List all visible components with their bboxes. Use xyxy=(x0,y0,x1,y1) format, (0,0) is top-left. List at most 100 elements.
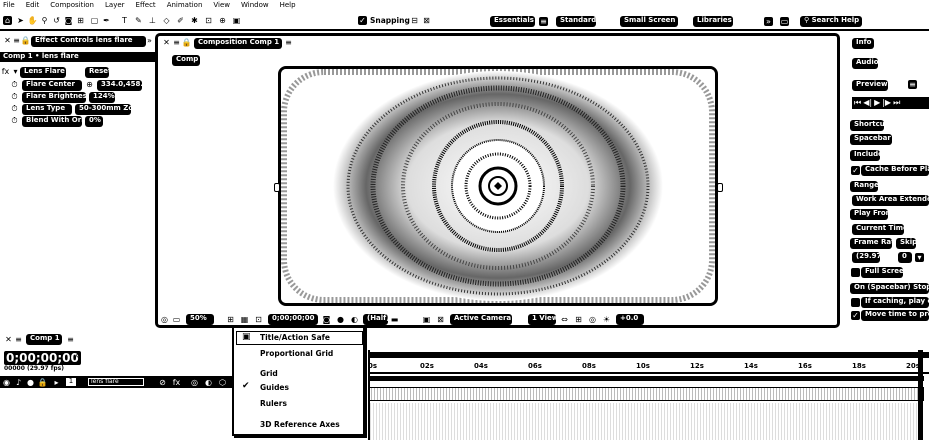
audio-tab[interactable]: Audio xyxy=(852,58,878,69)
stopwatch-icon[interactable]: ⏱ xyxy=(10,105,19,114)
property-value[interactable]: 334.0,458.0 xyxy=(97,79,142,91)
panel-menu-icon[interactable]: ≡ xyxy=(284,38,293,47)
preview-tab[interactable]: Preview xyxy=(852,80,888,91)
last-frame-icon[interactable]: ⏭ xyxy=(893,99,900,107)
draft-3d-icon[interactable]: ▣ xyxy=(422,315,431,324)
property-value[interactable]: 124% xyxy=(89,91,115,103)
pixel-aspect-icon[interactable]: ⇔ xyxy=(560,315,569,324)
effect-controls-tab[interactable]: Effect Controls lens flare xyxy=(31,36,146,47)
cache-checkbox[interactable]: ✓ xyxy=(851,166,860,175)
transparency-grid-icon[interactable]: ▦ xyxy=(240,315,249,324)
workspace-standard[interactable]: Standard xyxy=(556,16,596,27)
motion-blur-icon[interactable]: ◎ xyxy=(190,378,199,387)
panel-expand-icon[interactable]: » xyxy=(145,36,154,45)
view-axis-icon[interactable]: ▣ xyxy=(232,16,241,25)
mask-visibility-icon[interactable]: ▭ xyxy=(172,315,181,324)
shape-tool-icon[interactable]: ▢ xyxy=(90,16,99,25)
panel-menu-icon[interactable]: ≡ xyxy=(66,335,75,344)
menu-item-title-action-safe[interactable]: Title/Action Safe xyxy=(260,334,330,342)
puppet-tool-icon[interactable]: ✱ xyxy=(190,16,199,25)
selection-tool-icon[interactable]: ➤ xyxy=(16,16,25,25)
layer-track-bar[interactable] xyxy=(368,387,924,401)
audio-icon[interactable]: ♪ xyxy=(14,378,23,387)
comp-timecode[interactable]: 0;00;00;00 xyxy=(268,314,318,325)
snapping-checkbox[interactable]: ✓ xyxy=(358,16,367,25)
search-help-field[interactable]: ⚲ Search Help xyxy=(800,16,862,27)
layer-handle[interactable] xyxy=(717,183,723,192)
menu-window[interactable]: Window xyxy=(241,1,269,9)
world-axis-icon[interactable]: ⊕ xyxy=(218,16,227,25)
play-icon[interactable]: ▶ xyxy=(874,99,880,107)
skip-dropdown[interactable]: 0 xyxy=(898,252,912,263)
show-channel-icon[interactable]: ● xyxy=(336,315,345,324)
timeline-ruler[interactable]: 0s 02s 04s 06s 08s 10s 12s 14s 16s 18s 2… xyxy=(368,352,929,382)
if-caching-checkbox[interactable] xyxy=(851,298,860,307)
reset-exposure-icon[interactable]: ◎ xyxy=(588,315,597,324)
snapshot-icon[interactable]: ◙ xyxy=(322,315,331,324)
camera-tool-icon[interactable]: ◙ xyxy=(64,16,73,25)
clone-stamp-icon[interactable]: ⊥ xyxy=(148,16,157,25)
first-frame-icon[interactable]: ⏮ xyxy=(854,99,861,107)
snap-options-icon[interactable]: ⊟ xyxy=(410,16,419,25)
timeline-tab[interactable]: Comp 1 xyxy=(26,334,62,345)
layer-handle[interactable] xyxy=(274,183,280,192)
zoom-tool-icon[interactable]: ⚲ xyxy=(40,16,49,25)
menu-layer[interactable]: Layer xyxy=(105,1,125,9)
menu-item-rulers[interactable]: Rulers xyxy=(260,400,287,408)
flowchart-icon[interactable]: ⊞ xyxy=(574,315,583,324)
layer-duration-bar[interactable] xyxy=(368,376,924,381)
current-time-indicator[interactable] xyxy=(368,350,370,440)
panel-menu-icon[interactable]: ≡ xyxy=(172,38,181,47)
timeline-track-area[interactable] xyxy=(368,383,929,440)
pen-tool-icon[interactable]: ✒ xyxy=(102,16,111,25)
always-preview-icon[interactable]: ◎ xyxy=(160,315,169,324)
full-screen-checkbox[interactable] xyxy=(851,268,860,277)
eye-icon[interactable]: ◉ xyxy=(2,378,11,387)
solo-icon[interactable]: ● xyxy=(26,378,35,387)
menu-composition[interactable]: Composition xyxy=(50,1,94,9)
zoom-dropdown[interactable]: 50% xyxy=(186,314,214,325)
play-from-dropdown[interactable]: Current Time xyxy=(852,224,904,235)
pan-behind-icon[interactable]: ⊞ xyxy=(76,16,85,25)
3d-layer-icon[interactable]: ⬡ xyxy=(218,378,227,387)
menu-effect[interactable]: Effect xyxy=(136,1,156,9)
timeline-scrollbar[interactable] xyxy=(918,350,923,440)
menu-item-guides[interactable]: Guides xyxy=(260,384,289,392)
composition-viewer[interactable] xyxy=(278,66,718,306)
workspace-menu-icon[interactable]: ≡ xyxy=(539,17,548,26)
stopwatch-icon[interactable]: ⏱ xyxy=(10,93,19,102)
range-dropdown[interactable]: Work Area Extended xyxy=(852,195,929,206)
camera-dropdown[interactable]: Active Camera xyxy=(450,314,512,325)
search-icon[interactable]: ⚲ xyxy=(74,352,83,361)
menu-item-proportional-grid[interactable]: Proportional Grid xyxy=(260,350,333,358)
layer-name[interactable]: lens flare xyxy=(88,378,144,386)
panel-close-icon[interactable]: ✕ xyxy=(162,38,171,47)
prev-frame-icon[interactable]: ◀| xyxy=(863,99,872,107)
panel-close-icon[interactable]: ✕ xyxy=(4,335,13,344)
roto-brush-icon[interactable]: ✐ xyxy=(176,16,185,25)
menu-animation[interactable]: Animation xyxy=(167,1,203,9)
home-icon[interactable]: ⌂ xyxy=(3,16,12,25)
workspace-small-screen[interactable]: Small Screen xyxy=(620,16,678,27)
resolution-dropdown[interactable]: (Half) xyxy=(363,314,388,325)
move-time-checkbox[interactable]: ✓ xyxy=(851,311,860,320)
snap-type-icon[interactable]: ⊠ xyxy=(422,16,431,25)
reset-link[interactable]: Reset xyxy=(85,67,109,78)
next-frame-icon[interactable]: |▶ xyxy=(882,99,891,107)
workspace-essentials[interactable]: Essentials xyxy=(490,16,535,27)
region-of-interest-icon[interactable]: ⊡ xyxy=(254,315,263,324)
type-tool-icon[interactable]: T xyxy=(120,16,129,25)
shortcut-dropdown[interactable]: Spacebar xyxy=(850,134,892,145)
eraser-tool-icon[interactable]: ◇ xyxy=(162,16,171,25)
menu-item-3d-reference-axes[interactable]: 3D Reference Axes xyxy=(260,421,340,429)
panel-menu-icon[interactable]: ≡ xyxy=(908,80,917,89)
property-value[interactable]: 0% xyxy=(85,115,103,127)
exposure-icon[interactable]: ☀ xyxy=(602,315,611,324)
layer-row[interactable]: ◉ ♪ ● 🔒 ▸ 1 lens flare ⊘ fx ◎ ◐ ⬡ xyxy=(0,376,232,388)
workspace-libraries[interactable]: Libraries xyxy=(693,16,733,27)
lock-icon[interactable]: 🔒 xyxy=(21,36,31,45)
more-workspaces-icon[interactable]: » xyxy=(764,17,773,26)
menu-view[interactable]: View xyxy=(213,1,230,9)
expand-layer-icon[interactable]: ▸ xyxy=(52,378,61,387)
effect-expand-icon[interactable]: ▾ xyxy=(11,67,20,76)
